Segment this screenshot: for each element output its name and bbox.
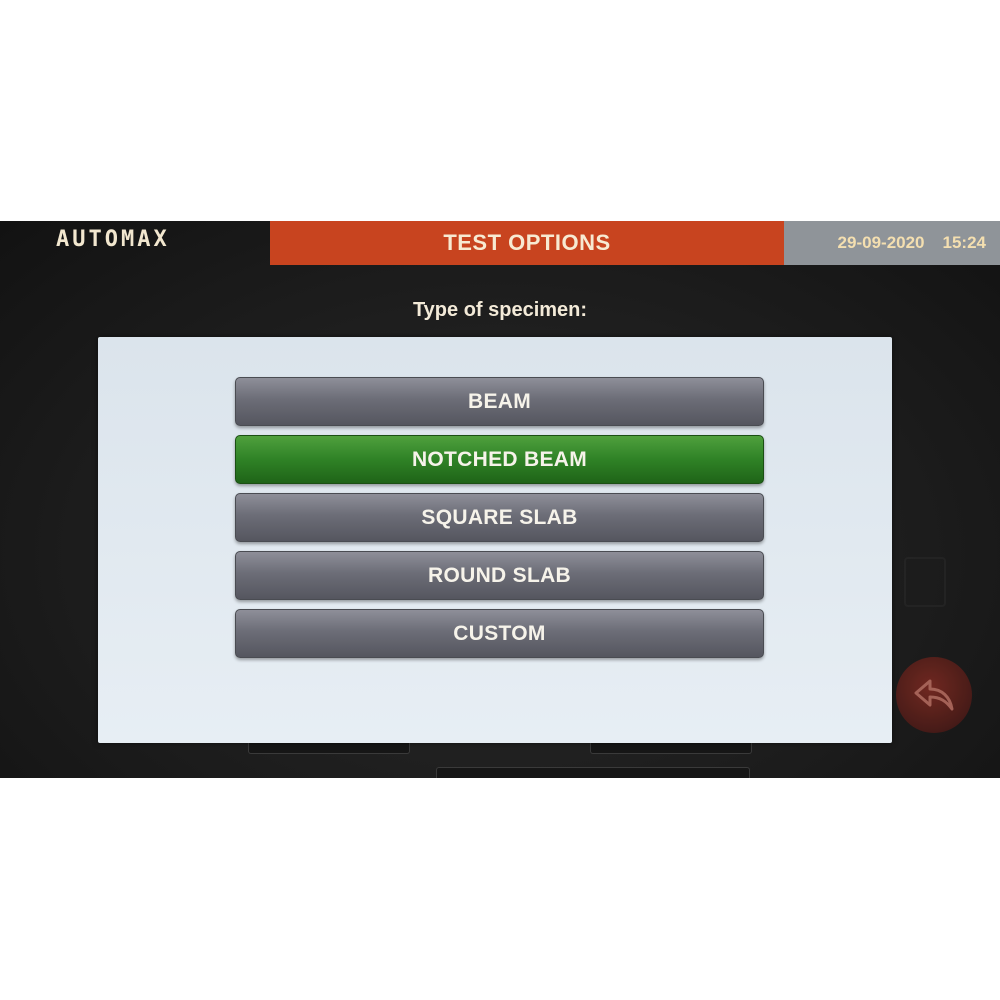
option-round-slab[interactable]: ROUND SLAB bbox=[235, 551, 764, 600]
header: AUTOMAX TEST OPTIONS 29-09-2020 15:24 bbox=[0, 221, 1000, 265]
background-slot-bottom bbox=[436, 767, 750, 778]
back-button[interactable] bbox=[896, 657, 972, 733]
option-label: BEAM bbox=[467, 389, 532, 413]
specimen-prompt: Type of specimen: bbox=[412, 299, 588, 321]
option-custom[interactable]: CUSTOM bbox=[235, 609, 764, 658]
option-square-slab[interactable]: SQUARE SLAB bbox=[235, 493, 764, 542]
list-icon bbox=[904, 557, 946, 607]
back-arrow-icon bbox=[914, 679, 954, 711]
device-screen: AUTOMAX TEST OPTIONS 29-09-2020 15:24 Ty… bbox=[0, 221, 1000, 778]
option-label: CUSTOM bbox=[453, 621, 546, 645]
background-slot-right bbox=[590, 743, 752, 754]
specimen-options-list: BEAM NOTCHED BEAM SQUARE SLAB ROUND SLAB… bbox=[235, 377, 764, 667]
option-label: SQUARE SLAB bbox=[421, 505, 578, 529]
option-notched-beam[interactable]: NOTCHED BEAM bbox=[235, 435, 764, 484]
option-label: NOTCHED BEAM bbox=[411, 447, 588, 471]
option-beam[interactable]: BEAM bbox=[235, 377, 764, 426]
datetime-bar: 29-09-2020 15:24 bbox=[784, 221, 1000, 265]
background-slot-left bbox=[248, 743, 410, 754]
title-bar: TEST OPTIONS bbox=[270, 221, 784, 265]
date-display: 29-09-2020 bbox=[837, 233, 925, 252]
time-display: 15:24 bbox=[942, 233, 986, 252]
automax-logo: AUTOMAX bbox=[56, 227, 170, 252]
page-title: TEST OPTIONS bbox=[443, 230, 611, 255]
option-label: ROUND SLAB bbox=[428, 563, 571, 587]
specimen-panel: BEAM NOTCHED BEAM SQUARE SLAB ROUND SLAB… bbox=[98, 337, 892, 743]
